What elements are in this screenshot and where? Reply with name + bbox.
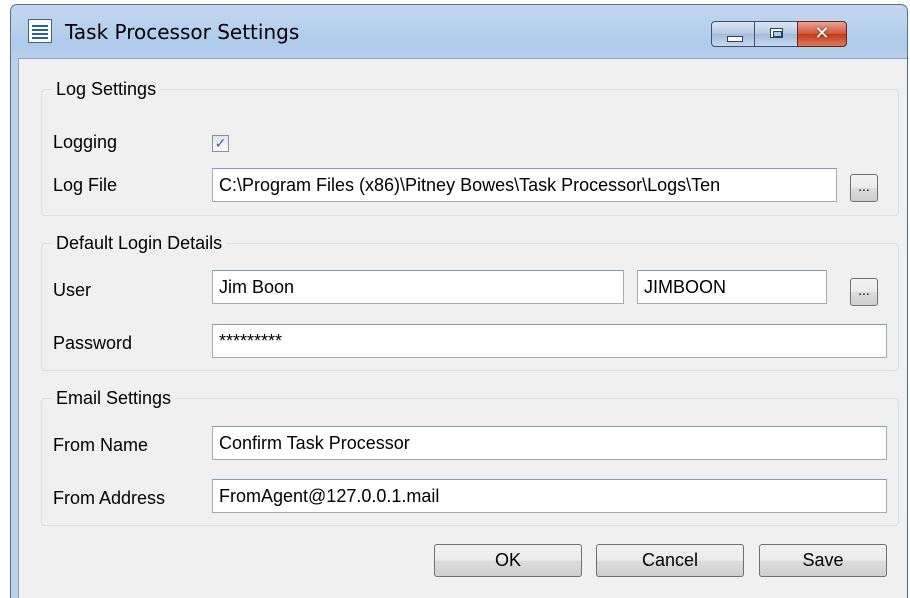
- user-browse-button[interactable]: ...: [850, 278, 878, 306]
- log-file-browse-button[interactable]: ...: [850, 174, 878, 202]
- settings-window: Task Processor Settings ✕ Log Settings L…: [10, 4, 908, 598]
- login-details-legend: Default Login Details: [56, 233, 223, 253]
- dialog-body: Log Settings Logging ✓ Log File C:\Progr…: [18, 58, 907, 598]
- document-list-icon: [28, 19, 52, 43]
- title-bar[interactable]: Task Processor Settings ✕: [11, 5, 907, 59]
- maximize-button[interactable]: [754, 21, 798, 47]
- user-id-field[interactable]: JIMBOON: [637, 270, 827, 304]
- log-file-field[interactable]: C:\Program Files (x86)\Pitney Bowes\Task…: [212, 168, 837, 202]
- minimize-button[interactable]: [711, 21, 755, 47]
- minimize-icon: [727, 36, 743, 42]
- logging-label: Logging: [53, 132, 118, 152]
- from-name-field[interactable]: Confirm Task Processor: [212, 426, 887, 460]
- close-button[interactable]: ✕: [797, 21, 847, 47]
- log-file-label: Log File: [53, 175, 118, 195]
- save-button[interactable]: Save: [759, 544, 887, 577]
- checkmark-icon: ✓: [214, 135, 227, 151]
- user-name-field[interactable]: Jim Boon: [212, 270, 624, 304]
- from-address-field[interactable]: FromAgent@127.0.0.1.mail: [212, 479, 887, 513]
- logging-checkbox[interactable]: ✓: [212, 135, 229, 152]
- close-icon: ✕: [814, 23, 830, 44]
- email-settings-legend: Email Settings: [56, 388, 172, 408]
- from-name-label: From Name: [53, 435, 149, 455]
- log-settings-legend: Log Settings: [56, 79, 157, 99]
- user-label: User: [53, 280, 92, 300]
- window-title: Task Processor Settings: [65, 20, 300, 44]
- password-label: Password: [53, 333, 133, 353]
- cancel-button[interactable]: Cancel: [596, 544, 744, 577]
- ok-button[interactable]: OK: [434, 544, 582, 577]
- maximize-icon: [770, 28, 783, 38]
- password-field[interactable]: *********: [212, 324, 887, 358]
- from-address-label: From Address: [53, 488, 166, 508]
